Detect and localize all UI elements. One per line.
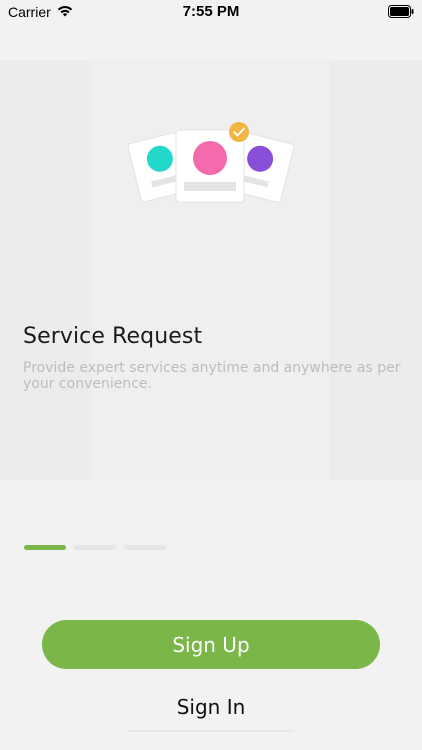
slide-description: Provide expert services anytime and anyw… — [23, 360, 401, 392]
clock: 7:55 PM — [182, 3, 240, 20]
previous-slide-panel — [0, 60, 92, 480]
sign-in-button[interactable]: Sign In — [128, 690, 294, 724]
battery-icon — [388, 5, 414, 18]
service-cards-illustration — [128, 122, 294, 203]
next-slide-panel — [330, 60, 422, 480]
sign-up-button[interactable]: Sign Up — [42, 620, 380, 669]
status-bar: Carrier 7:55 PM — [0, 0, 422, 26]
page-dot-2[interactable] — [74, 545, 116, 550]
page-indicator[interactable] — [24, 545, 166, 550]
slide-title: Service Request — [23, 324, 203, 349]
page-dot-1[interactable] — [24, 545, 66, 550]
home-indicator — [128, 730, 294, 732]
page-dot-3[interactable] — [124, 545, 166, 550]
